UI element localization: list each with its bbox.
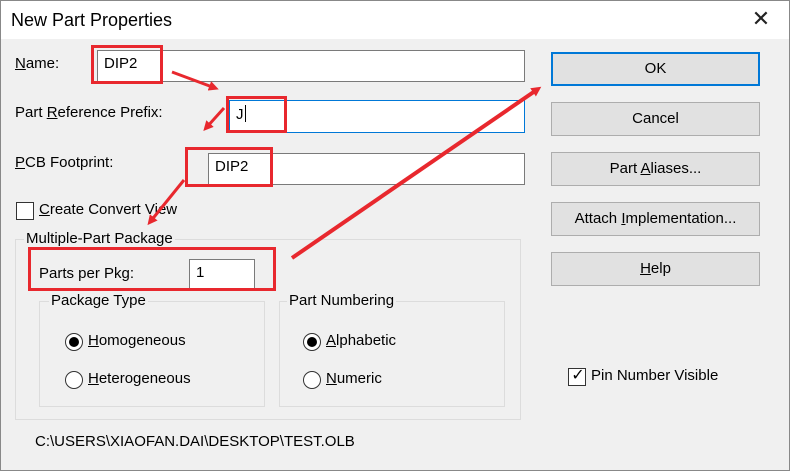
close-icon[interactable]: ✕ [749, 7, 773, 31]
pcb-footprint-label: PCB Footprint: [15, 154, 114, 171]
prefix-highlight-box [226, 96, 287, 133]
ok-button[interactable]: OK [551, 52, 760, 86]
homogeneous-radio[interactable] [65, 333, 83, 351]
attach-implementation-button[interactable]: Attach Implementation... [551, 202, 760, 236]
pin-number-visible-checkbox[interactable]: ✓ [568, 367, 586, 386]
checkmark-icon: ✓ [571, 367, 585, 384]
dialog-title: New Part Properties [11, 10, 173, 30]
part-aliases-button[interactable]: Part Aliases... [551, 152, 760, 186]
numeric-label: Numeric [326, 370, 382, 387]
package-type-group [39, 301, 265, 407]
radio-selected-dot [69, 337, 79, 347]
title-bar: New Part Properties ✕ [1, 1, 789, 39]
create-convert-view-checkbox[interactable] [16, 202, 34, 220]
name-label: Name: [15, 55, 60, 72]
multiple-part-package-label: Multiple-Part Package [24, 230, 175, 247]
alphabetic-radio[interactable] [303, 333, 321, 351]
pin-number-visible-label: Pin Number Visible [591, 367, 719, 384]
cancel-button[interactable]: Cancel [551, 102, 760, 136]
help-button[interactable]: Help [551, 252, 760, 286]
create-convert-view-label: Create Convert View [39, 201, 178, 218]
name-highlight-box [91, 45, 163, 84]
heterogeneous-label: Heterogeneous [88, 370, 191, 387]
part-reference-prefix-label: Part Reference Prefix: [15, 104, 163, 121]
heterogeneous-radio[interactable] [65, 371, 83, 389]
alphabetic-label: Alphabetic [326, 332, 397, 349]
part-numbering-label: Part Numbering [287, 292, 397, 309]
library-path: C:\USERS\XIAOFAN.DAI\DESKTOP\TEST.OLB [35, 433, 355, 450]
radio-selected-dot [307, 337, 317, 347]
package-type-label: Package Type [49, 292, 148, 309]
numeric-radio[interactable] [303, 371, 321, 389]
footprint-highlight-box [185, 147, 273, 187]
parts-per-pkg-highlight-box [28, 247, 276, 291]
homogeneous-label: Homogeneous [88, 332, 186, 349]
part-numbering-group [279, 301, 505, 407]
